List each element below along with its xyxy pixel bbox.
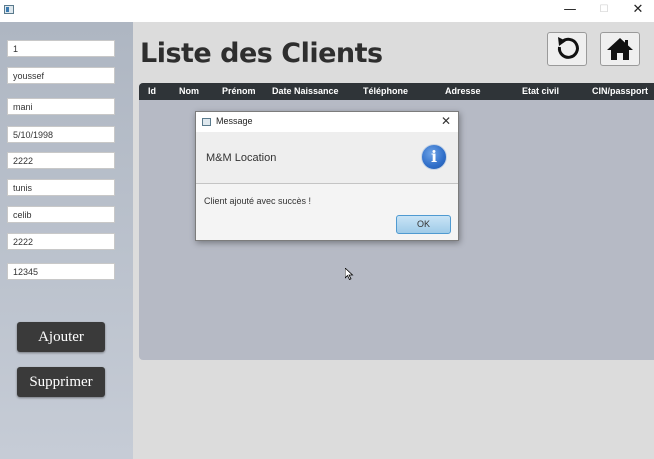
column-adresse[interactable]: Adresse bbox=[445, 86, 481, 96]
delete-button[interactable]: Supprimer bbox=[17, 367, 105, 397]
mouse-cursor-icon bbox=[345, 268, 354, 280]
dialog-close-button[interactable]: ✕ bbox=[441, 114, 451, 128]
page-title: Liste des Clients bbox=[140, 38, 383, 69]
telephone-field[interactable]: 2222 bbox=[7, 152, 115, 169]
nom-field[interactable]: youssef bbox=[7, 67, 115, 84]
home-icon bbox=[607, 38, 633, 60]
dialog-titlebar: Message ✕ bbox=[196, 112, 458, 132]
home-button[interactable] bbox=[600, 32, 640, 66]
app-icon bbox=[4, 5, 14, 14]
prenom-field[interactable]: mani bbox=[7, 98, 115, 115]
dialog-message: Client ajouté avec succès ! bbox=[204, 196, 312, 206]
table-header: Id Nom Prénom Date Naissance Téléphone A… bbox=[139, 83, 654, 100]
close-window-button[interactable]: ✕ bbox=[621, 0, 654, 22]
id-field[interactable]: 1 bbox=[7, 40, 115, 57]
column-telephone[interactable]: Téléphone bbox=[363, 86, 408, 96]
info-icon: i bbox=[421, 144, 447, 170]
maximize-button[interactable]: ☐ bbox=[587, 0, 621, 22]
dialog-title: Message bbox=[216, 116, 253, 126]
column-prenom[interactable]: Prénom bbox=[222, 86, 256, 96]
refresh-button[interactable] bbox=[547, 32, 587, 66]
refresh-icon bbox=[557, 37, 579, 59]
window-titlebar: — ☐ ✕ bbox=[0, 0, 654, 22]
adresse-field[interactable]: tunis bbox=[7, 179, 115, 196]
column-etat-civil[interactable]: Etat civil bbox=[522, 86, 559, 96]
column-date-naissance[interactable]: Date Naissance bbox=[272, 86, 339, 96]
add-button[interactable]: Ajouter bbox=[17, 322, 105, 352]
client-form-sidebar: 1 youssef mani 5/10/1998 2222 tunis celi… bbox=[0, 22, 133, 459]
column-nom[interactable]: Nom bbox=[179, 86, 199, 96]
minimize-button[interactable]: — bbox=[553, 0, 587, 22]
cin-passport-field[interactable]: 2222 bbox=[7, 233, 115, 250]
ok-button[interactable]: OK bbox=[396, 215, 451, 234]
message-dialog: Message ✕ M&M Location i Client ajouté a… bbox=[195, 111, 459, 241]
date-naissance-field[interactable]: 5/10/1998 bbox=[7, 126, 115, 143]
extra-field[interactable]: 12345 bbox=[7, 263, 115, 280]
column-id[interactable]: Id bbox=[148, 86, 156, 96]
etat-civil-field[interactable]: celib bbox=[7, 206, 115, 223]
dialog-header-text: M&M Location bbox=[206, 152, 277, 164]
dialog-app-icon bbox=[202, 118, 211, 126]
column-cin-passport[interactable]: CIN/passport bbox=[592, 86, 648, 96]
dialog-header: M&M Location i bbox=[196, 132, 458, 184]
